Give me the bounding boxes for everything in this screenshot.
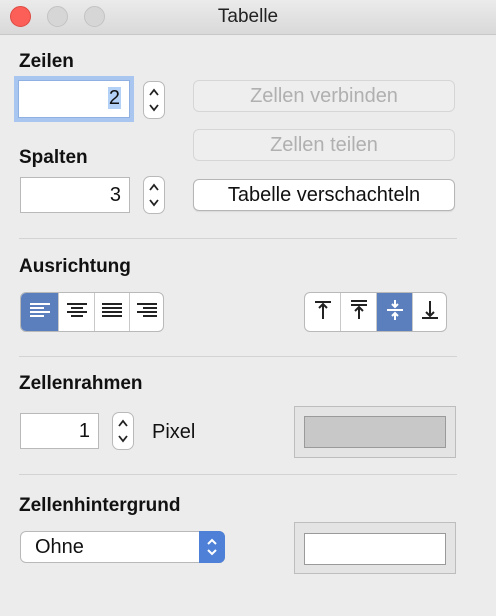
border-width-value: 1 [78,420,90,442]
align-center-button[interactable] [59,293,95,331]
border-width-stepper[interactable] [112,412,134,450]
rows-stepper[interactable] [143,81,165,119]
align-left-icon [29,301,51,324]
background-popup[interactable]: Ohne [20,531,225,563]
merge-cells-button[interactable]: Zellen verbinden [193,80,455,112]
divider [19,474,457,475]
border-color-swatch [304,416,446,448]
background-label: Zellenhintergrund [19,495,181,516]
columns-label: Spalten [19,147,88,168]
chevron-down-icon[interactable] [113,430,133,448]
align-bottom-button[interactable] [413,293,446,331]
divider [19,238,457,239]
align-top-button[interactable] [305,293,341,331]
align-right-icon [136,301,158,324]
alignment-label: Ausrichtung [19,256,131,277]
split-cells-button[interactable]: Zellen teilen [193,129,455,161]
align-justify-icon [101,301,123,324]
rows-field[interactable]: 2 [18,80,130,118]
columns-value: 3 [109,184,121,206]
background-color-well[interactable] [294,522,456,574]
popup-arrows-icon [199,531,225,563]
align-middle-button[interactable] [377,293,413,331]
columns-field[interactable]: 3 [20,177,130,213]
align-center-icon [66,301,88,324]
title-bar: Tabelle [0,0,496,35]
align-justify-button[interactable] [95,293,130,331]
align-bottom-icon [419,299,441,326]
background-popup-value: Ohne [35,536,84,558]
horizontal-alignment-control[interactable] [20,292,164,332]
border-width-field[interactable]: 1 [20,413,99,449]
border-color-well[interactable] [294,406,456,458]
chevron-down-icon[interactable] [144,194,164,212]
align-left-button[interactable] [21,293,59,331]
divider [19,356,457,357]
rows-value: 2 [107,87,121,109]
chevron-down-icon[interactable] [144,99,164,117]
columns-stepper[interactable] [143,176,165,214]
border-unit-label: Pixel [152,421,196,443]
align-middle-icon [384,299,406,326]
align-top-icon [312,299,334,326]
vertical-alignment-control[interactable] [304,292,447,332]
rows-label: Zeilen [19,51,74,72]
align-baseline-button[interactable] [341,293,377,331]
nest-table-button[interactable]: Tabelle verschachteln [193,179,455,211]
align-right-button[interactable] [130,293,163,331]
window-title: Tabelle [217,6,279,27]
background-color-swatch [304,533,446,565]
align-baseline-icon [348,299,370,326]
border-label: Zellenrahmen [19,373,143,394]
